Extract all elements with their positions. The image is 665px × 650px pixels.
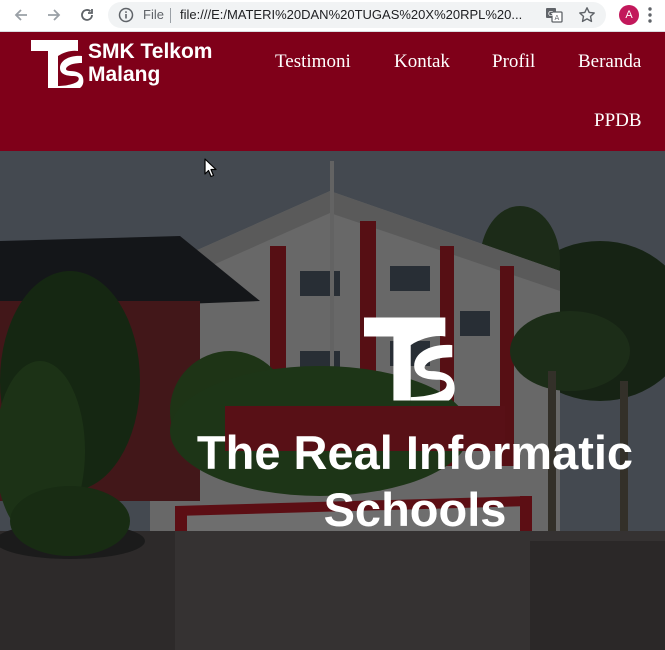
- profile-avatar[interactable]: A: [619, 5, 639, 25]
- url-text[interactable]: file:///E:/MATERI%20DAN%20TUGAS%20X%20RP…: [180, 7, 540, 22]
- back-button[interactable]: [9, 3, 33, 27]
- svg-text:A: A: [555, 14, 560, 22]
- hero-logo: [361, 314, 457, 408]
- mouse-cursor-icon: [204, 158, 217, 178]
- omnibox-divider: [170, 8, 171, 23]
- avatar-letter: A: [625, 9, 633, 21]
- hero-title-line-1: The Real Informatic: [196, 426, 634, 479]
- nav-link-beranda[interactable]: Beranda: [578, 51, 641, 73]
- back-arrow-icon: [14, 9, 27, 21]
- hero-dark-overlay: [0, 151, 665, 650]
- reload-button[interactable]: [75, 3, 99, 27]
- brand-line-1: SMK Telkom: [88, 40, 213, 63]
- hero-title: The Real Informatic Schools: [160, 424, 665, 538]
- brand-name[interactable]: SMK Telkom Malang: [88, 40, 212, 86]
- site-info-button[interactable]: [118, 7, 134, 27]
- svg-text:G: G: [548, 10, 553, 18]
- site-header: SMK Telkom Malang Testimoni Kontak Profi…: [0, 32, 665, 151]
- nav-link-kontak[interactable]: Kontak: [394, 51, 450, 73]
- info-icon: [118, 7, 134, 23]
- hero-title-line-2: Schools: [323, 483, 507, 536]
- bookmark-button[interactable]: [578, 6, 596, 28]
- telkom-ts-logo-icon: [31, 40, 84, 88]
- browser-menu-button[interactable]: [647, 6, 653, 28]
- reload-icon: [81, 9, 93, 21]
- translate-button[interactable]: G A: [545, 6, 563, 28]
- telkom-ts-logo-icon: [364, 317, 455, 401]
- address-bar[interactable]: File file:///E:/MATERI%20DAN%20TUGAS%20X…: [108, 2, 606, 28]
- translate-icon: G A: [546, 8, 563, 23]
- star-icon: [579, 7, 595, 23]
- forward-arrow-icon: [48, 9, 61, 21]
- forward-button[interactable]: [42, 3, 66, 27]
- browser-toolbar: File file:///E:/MATERI%20DAN%20TUGAS%20X…: [0, 0, 665, 32]
- nav-link-profil[interactable]: Profil: [492, 51, 535, 73]
- brand-line-2: Malang: [88, 63, 161, 86]
- hero-section: The Real Informatic Schools: [0, 151, 665, 650]
- nav-link-ppdb[interactable]: PPDB: [594, 110, 642, 132]
- brand-logo[interactable]: [30, 38, 84, 94]
- menu-dots-icon: [648, 7, 652, 23]
- scheme-label: File: [143, 7, 164, 22]
- nav-link-testimoni[interactable]: Testimoni: [275, 51, 351, 73]
